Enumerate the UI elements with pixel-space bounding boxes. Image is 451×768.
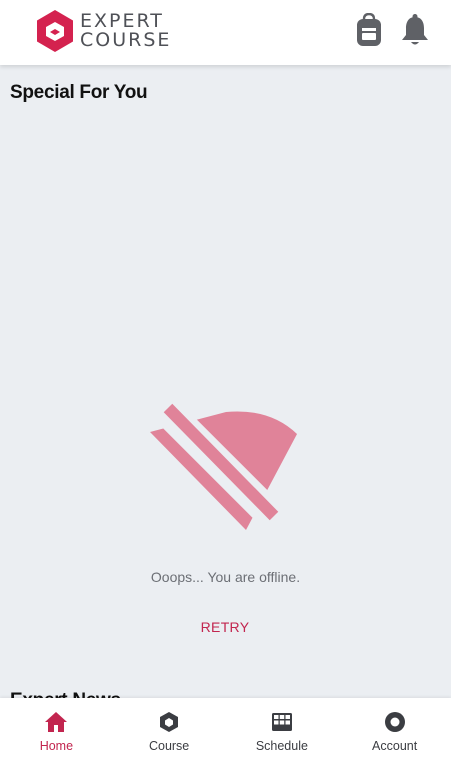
nav-course[interactable]: Course — [113, 698, 226, 768]
backpack-icon — [357, 13, 381, 46]
nav-account-label: Account — [372, 739, 418, 753]
logo-line-2: COURSE — [80, 29, 172, 51]
hexagon-icon — [157, 710, 181, 734]
calendar-icon — [270, 710, 294, 734]
nav-schedule-label: Schedule — [255, 739, 308, 753]
nav-home[interactable]: Home — [0, 698, 113, 768]
nav-schedule[interactable]: Schedule — [226, 698, 339, 768]
wifi-off-icon — [150, 402, 297, 530]
logo-hexagon-icon — [37, 10, 73, 52]
app-header: EXPERT COURSE — [0, 0, 451, 65]
account-icon — [383, 710, 407, 734]
home-icon — [44, 710, 68, 734]
nav-account[interactable]: Account — [338, 698, 451, 768]
nav-home-label: Home — [39, 739, 74, 753]
nav-course-label: Course — [148, 739, 190, 753]
offline-message: Ooops... You are offline. — [150, 569, 301, 585]
expert-course-logo[interactable]: EXPERT COURSE — [35, 8, 171, 54]
section-title-special-for-you: Special For You — [10, 82, 148, 103]
logo-wordmark: EXPERT COURSE — [80, 12, 171, 50]
retry-button[interactable]: RETRY — [175, 612, 275, 642]
backpack-button[interactable] — [353, 12, 385, 48]
notifications-button[interactable] — [399, 12, 431, 48]
bell-icon — [402, 14, 428, 45]
bottom-navigation: Home Course Schedule Account — [0, 698, 451, 768]
header-actions — [353, 12, 431, 48]
